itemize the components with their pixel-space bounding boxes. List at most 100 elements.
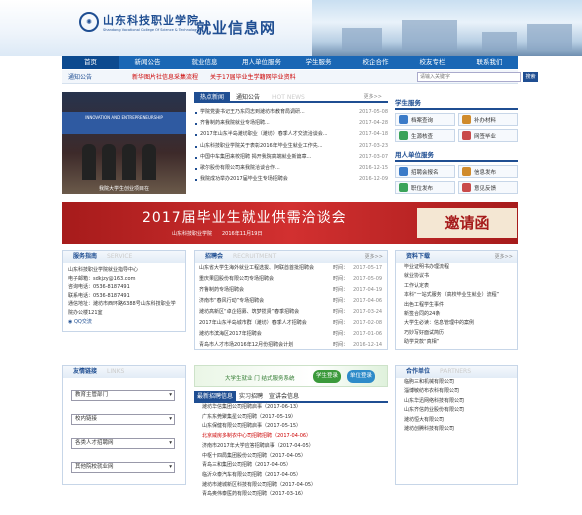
partners-box: 合作单位 PARTNERS 临朐三和机械有限公司 淄博敏纺布衣科有限公司 山东华迅… xyxy=(395,365,518,485)
nav-news[interactable]: 新闻公告 xyxy=(119,56,176,69)
list-item[interactable]: 巧妙写好面试简历 xyxy=(396,329,517,338)
notice-message[interactable]: 新华图片社信息采集流程 xyxy=(132,72,198,81)
search-input[interactable] xyxy=(417,72,521,82)
list-item[interactable]: 淄博敏纺布衣科有限公司 xyxy=(396,387,517,396)
list-item[interactable]: 山东齐信药业股份有限公司 xyxy=(396,406,517,415)
list-item[interactable]: 青岛奥伟泰医药有限公司招聘（2017-03-16） xyxy=(194,490,388,500)
notice-bar: 通知公告 新华图片社信息采集流程 关于17届毕业生学籍网毕业资料 搜索 xyxy=(62,70,538,84)
qq-button[interactable]: ◉ QQ交流 xyxy=(63,318,185,327)
guide-line: 山东科技职业学院就业指导中心 xyxy=(68,267,139,273)
guide-line: 咨询电话：0536-8187491 xyxy=(68,284,130,291)
list-item[interactable]: 济南市“春风行动”专场招聘会 时间： 2017-04-06 xyxy=(195,296,387,307)
job-fair-signup-button[interactable]: 招聘会报名 xyxy=(395,165,455,178)
service-system-banner: 大学生就业 门 结式服务系统 学生登录 单位登录 xyxy=(194,365,388,387)
list-item[interactable]: 潍坊市潍城新区科技有限公司招聘（2017-04-05） xyxy=(194,481,388,491)
nav-contact[interactable]: 联系我们 xyxy=(461,56,518,69)
list-item[interactable]: 本科“一站式服务（高校毕业生就业）流程” xyxy=(396,291,517,300)
signup-icon xyxy=(399,167,408,176)
guide-line: 通信地址：潍坊市西环路6388号山东科技职业学院办公楼121室 xyxy=(68,301,176,316)
list-item[interactable]: 工作认定表 xyxy=(396,282,517,291)
tab-notices[interactable]: 通知公告 xyxy=(230,92,266,101)
list-item[interactable]: 齐鲁制药专场招聘会 时间： 2017-04-19 xyxy=(195,285,387,296)
tab-talks[interactable]: 宣讲会信息 xyxy=(266,391,302,401)
list-item[interactable]: 山东保健有限公司招聘启事（2017-05-15） xyxy=(194,422,388,432)
link-select[interactable]: 校内链接 ▾ xyxy=(71,414,175,425)
search-button[interactable]: 搜索 xyxy=(523,72,538,82)
list-item[interactable]: 中枢十四局集团股份公司招聘（2017-04-05） xyxy=(194,452,388,462)
list-item[interactable]: 青岛市人才市场2016年12月份招聘会计划 时间： 2016-12-14 xyxy=(195,340,387,351)
nav-jobs[interactable]: 就业信息 xyxy=(176,56,233,69)
list-item[interactable]: 我院成功举办2017届毕业生专场招聘会 2016-12-09 xyxy=(194,174,388,185)
list-item[interactable]: 临沂众泰汽车有限公司招聘（2017-04-05） xyxy=(194,471,388,481)
list-item[interactable]: 潍坊恒大有限公司 xyxy=(396,416,517,425)
check-icon xyxy=(399,131,408,140)
college-logo[interactable]: ✺ 山东科技职业学院 Shandong Vocational College O… xyxy=(79,12,199,32)
college-name: 山东科技职业学院 xyxy=(103,14,199,27)
student-service-title: 学生服务 xyxy=(395,96,518,110)
notice-message[interactable]: 关于17届毕业生学籍网毕业资料 xyxy=(210,72,296,81)
link-select[interactable]: 其他院校就业网 ▾ xyxy=(71,462,175,473)
info-publish-button[interactable]: 信息发布 xyxy=(458,165,518,178)
list-item[interactable]: 大学生必读：信息管理中的案例 xyxy=(396,319,517,328)
news-photo[interactable]: INNOVATION AND ENTREPRENEURSHIP 我院大学生创业项… xyxy=(62,92,186,194)
latest-jobs-box: 最新招聘信息 实习招聘 宣讲会信息 潍坊华信集团公司招聘启事（2017-06-1… xyxy=(194,391,388,509)
feedback-button[interactable]: 意见反馈 xyxy=(458,181,518,194)
link-select[interactable]: 各类人才招聘网 ▾ xyxy=(71,438,175,449)
list-item[interactable]: 重庆果园股份有限公司专场招聘会 时间： 2017-05-09 xyxy=(195,274,387,285)
nav-coop[interactable]: 校企合作 xyxy=(347,56,404,69)
list-item[interactable]: 齐鲁制药来我院就业专场招聘... 2017-04-28 xyxy=(194,118,388,129)
list-item[interactable]: 北京威房多制衣中心司招聘招聘（2017-04-06） xyxy=(194,432,388,442)
materials-title: 资料下载 更多>> xyxy=(396,251,517,263)
guide-title: 服务指南 SERVICE xyxy=(63,251,185,263)
photo-caption: 我院大学生创业项目在 xyxy=(98,186,149,192)
job-post-button[interactable]: 职位发布 xyxy=(395,181,455,194)
list-item[interactable]: 潍坊华信集团公司招聘启事（2017-06-13） xyxy=(194,403,388,413)
partners-title: 合作单位 PARTNERS xyxy=(396,366,517,378)
tab-intern[interactable]: 实习招聘 xyxy=(236,391,266,401)
list-item[interactable]: 山东华迅网络科技有限公司 xyxy=(396,397,517,406)
employer-login-button[interactable]: 单位登录 xyxy=(347,370,375,383)
list-item[interactable]: 潍坊创腾科技有限公司 xyxy=(396,425,517,434)
list-item[interactable]: 2017年山东半岛城市群（潍坊）春季人才招聘会 时间： 2017-02-08 xyxy=(195,318,387,329)
tab-latest[interactable]: 最新招聘信息 xyxy=(194,391,237,401)
list-item[interactable]: 潍坊市滨海区2017年招聘会 时间： 2017-01-06 xyxy=(195,329,387,340)
list-item[interactable]: 毕业证明书办理流程 xyxy=(396,263,517,272)
archive-query-button[interactable]: 档案查询 xyxy=(395,113,455,126)
nav-home[interactable]: 首页 xyxy=(62,56,119,69)
link-select[interactable]: 教育主管部门 ▾ xyxy=(71,390,175,401)
college-name-en: Shandong Vocational College Of Science &… xyxy=(103,28,199,32)
list-item[interactable]: 潍坊高新区“卓企招募、筑梦揽贤”春季招聘会 时间： 2017-03-24 xyxy=(195,307,387,318)
online-sign-button[interactable]: 网签毕业 xyxy=(458,129,518,142)
nav-student[interactable]: 学生服务 xyxy=(290,56,347,69)
news-tabs: 热点新闻 通知公告 HOT NEWS 更多>> xyxy=(194,92,388,103)
list-item[interactable]: 中国中车集团来校招聘 揭开我院高端就业新篇章... 2017-03-07 xyxy=(194,152,388,163)
tab-hot-news[interactable]: 热点新闻 xyxy=(194,92,231,101)
sign-icon xyxy=(462,131,471,140)
job-fair-banner[interactable]: 2017届毕业生就业供需洽谈会 山东科技职业学院 2016年11月19日 邀请函 xyxy=(62,202,518,244)
banner-subtitle: 山东科技职业学院 2016年11月19日 xyxy=(172,231,263,237)
list-item[interactable]: 出色工程学生事件 xyxy=(396,301,517,310)
nav-alumni[interactable]: 校友专栏 xyxy=(404,56,461,69)
guide-line: 联系电话：0536-8187491 xyxy=(68,292,130,299)
folder-icon xyxy=(399,115,408,124)
student-login-button[interactable]: 学生登录 xyxy=(313,370,341,383)
list-item[interactable]: 广东东莞聚集星公司招聘（2017-05-19） xyxy=(194,413,388,423)
list-item[interactable]: 学院党委书记王乃东同志到潍坊市教育局调研... 2017-05-08 xyxy=(194,107,388,118)
megaphone-icon xyxy=(462,167,471,176)
list-item[interactable]: 歌尔股份有限公司来我院洽谈合作... 2016-12-15 xyxy=(194,163,388,174)
nav-employer[interactable]: 用人单位服务 xyxy=(233,56,290,69)
list-item[interactable]: 新签合同的24条 xyxy=(396,310,517,319)
list-item[interactable]: 山东科技职业学院关于表彰2016年毕业生就业工作先... 2017-03-23 xyxy=(194,141,388,152)
list-item[interactable]: 就业协议书 xyxy=(396,272,517,281)
list-item[interactable]: 2017年山东半岛潍坊职业（潍坊）春季人才交流洽谈会... 2017-04-18 xyxy=(194,129,388,140)
guide-line: 电子邮箱：sdkjzy@163.com xyxy=(68,275,136,282)
source-check-button[interactable]: 生源核查 xyxy=(395,129,455,142)
reissue-button[interactable]: 补办材料 xyxy=(458,113,518,126)
list-item[interactable]: 济南市2017年大学应答招聘启事（2017-04-05） xyxy=(194,442,388,452)
more-link[interactable]: 更多>> xyxy=(364,93,382,100)
materials-box: 资料下载 更多>> 毕业证明书办理流程 就业协议书 工作认定表 本科“一站式服务（… xyxy=(395,250,518,350)
list-item[interactable]: 山东省大学生海外就业工程选拔、阿联酋首批招聘会 时间： 2017-05-17 xyxy=(195,263,387,274)
list-item[interactable]: 临朐三和机械有限公司 xyxy=(396,378,517,387)
list-item[interactable]: 青岛三和集团公司招聘（2017-04-05） xyxy=(194,461,388,471)
list-item[interactable]: 助学贷款“真相” xyxy=(396,338,517,347)
